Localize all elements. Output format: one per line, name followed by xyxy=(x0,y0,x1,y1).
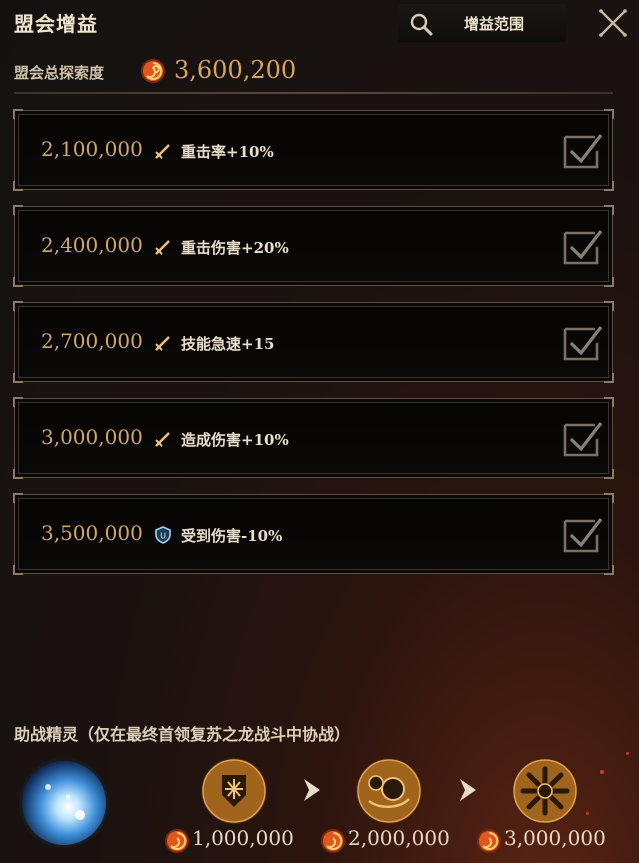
chevron-right-icon xyxy=(460,779,476,801)
checkmark-icon xyxy=(563,326,603,361)
exploration-coin-icon xyxy=(321,829,345,853)
total-exploration-row: 盟会总探索度 3,600,200 xyxy=(14,56,614,86)
stage-cost-value: 1,000,000 xyxy=(192,826,294,850)
tier-threshold: 2,700,000 xyxy=(41,329,143,353)
tier-threshold: 3,000,000 xyxy=(41,425,143,449)
sword-icon xyxy=(155,432,170,447)
buff-tier: 3,500,000 U 受到伤害-10% xyxy=(13,493,614,575)
exploration-coin-icon xyxy=(477,829,501,853)
assist-sprite-orb-icon[interactable] xyxy=(18,757,110,849)
stage-cost: 3,000,000 xyxy=(476,826,616,854)
buff-tier: 3,000,000 造成伤害+10% xyxy=(13,397,614,479)
sword-icon xyxy=(155,336,170,351)
stage-cost-value: 2,000,000 xyxy=(348,826,450,850)
tier-buff-text: 重击率+10% xyxy=(181,143,274,161)
exploration-coin-icon xyxy=(141,59,165,83)
swirl-emblem-icon[interactable] xyxy=(355,757,423,825)
checkmark-icon xyxy=(563,422,603,457)
header: 盟会增益 增益范围 xyxy=(0,0,639,48)
total-exploration-value: 3,600,200 xyxy=(174,56,297,84)
tier-buff-text: 重击伤害+20% xyxy=(181,239,289,257)
buff-tier: 2,400,000 重击伤害+20% xyxy=(13,205,614,287)
ember-particle xyxy=(600,770,604,774)
sword-icon xyxy=(155,144,170,159)
ember-particle xyxy=(626,752,629,755)
total-exploration-label: 盟会总探索度 xyxy=(14,64,105,82)
tier-threshold: 3,500,000 xyxy=(41,521,143,545)
frost-emblem-icon[interactable] xyxy=(200,757,268,825)
shield-icon: U xyxy=(155,526,171,544)
page-title: 盟会增益 xyxy=(14,12,98,36)
ember-particle xyxy=(586,812,589,815)
stage-cost-value: 3,000,000 xyxy=(504,826,606,850)
checkmark-icon xyxy=(563,134,603,169)
divider xyxy=(14,92,613,94)
tier-buff-text: 受到伤害-10% xyxy=(181,527,283,545)
buff-tier: 2,700,000 技能急速+15 xyxy=(13,301,614,383)
scope-button-label: 增益范围 xyxy=(464,15,525,33)
chevron-right-icon xyxy=(304,779,320,801)
checkmark-icon xyxy=(563,518,603,553)
stage-cost: 2,000,000 xyxy=(320,826,460,854)
tier-threshold: 2,100,000 xyxy=(41,137,143,161)
tier-buff-text: 技能急速+15 xyxy=(181,335,275,353)
assist-sprite-title: 助战精灵（仅在最终首领复苏之龙战斗中协战） xyxy=(14,725,351,744)
exploration-coin-icon xyxy=(165,829,189,853)
close-icon[interactable] xyxy=(596,6,630,40)
search-icon xyxy=(410,13,433,36)
stage-cost: 1,000,000 xyxy=(164,826,304,854)
svg-text:U: U xyxy=(160,532,166,541)
buff-tier: 2,100,000 重击率+10% xyxy=(13,109,614,191)
scope-button[interactable]: 增益范围 xyxy=(398,4,566,42)
checkmark-icon xyxy=(563,230,603,265)
sword-icon xyxy=(155,240,170,255)
tier-threshold: 2,400,000 xyxy=(41,233,143,257)
tier-buff-text: 造成伤害+10% xyxy=(181,431,289,449)
snowflake-emblem-icon[interactable] xyxy=(511,757,579,825)
